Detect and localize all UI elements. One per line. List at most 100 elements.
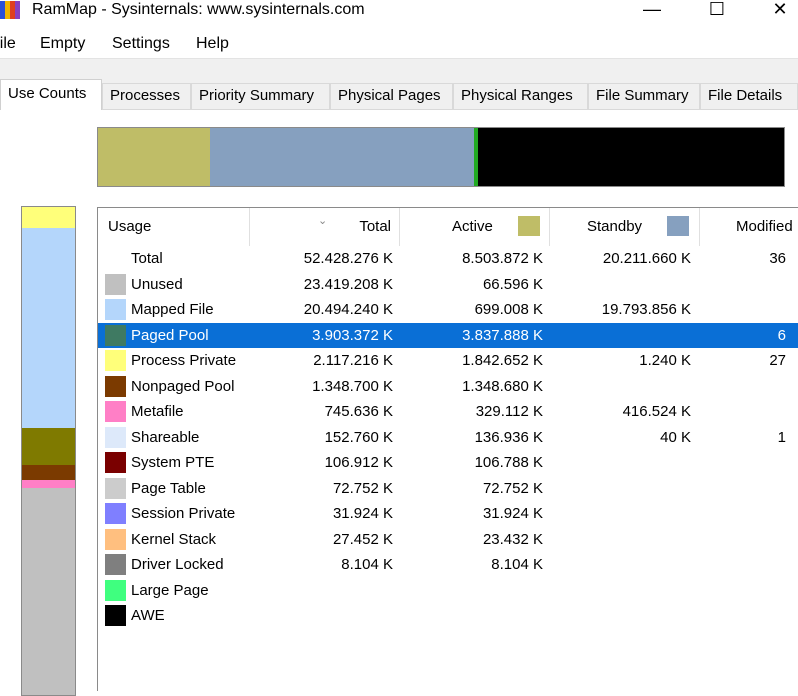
- list-row-system-pte[interactable]: System PTE 106.912 K 106.788 K: [98, 450, 798, 475]
- active-cell: 3.837.888 K: [462, 326, 543, 344]
- active-cell: 66.596 K: [482, 275, 543, 293]
- usage-cell: Page Table: [131, 479, 206, 497]
- usage-cell: Kernel Stack: [131, 530, 217, 548]
- usage-cell: AWE: [131, 607, 165, 624]
- vbar-active-segment: [22, 428, 75, 465]
- driver-locked-color-swatch: [105, 554, 126, 575]
- standby-cell: [550, 374, 691, 399]
- column-modified-header[interactable]: Modified: [700, 208, 798, 246]
- usage-cell: Paged Pool: [131, 326, 209, 344]
- use-counts-list[interactable]: Usage ⌄ Total Active Standby Modified To…: [97, 207, 798, 691]
- session-private-color-swatch: [105, 503, 126, 524]
- tab-priority-summary[interactable]: Priority Summary: [191, 83, 330, 109]
- standby-cell: 416.524 K: [622, 403, 691, 420]
- active-cell: 329.112 K: [475, 403, 543, 420]
- tab-file-summary[interactable]: File Summary: [588, 83, 700, 109]
- list-row-paged-pool[interactable]: Paged Pool 3.903.372 K 3.837.888 K 6: [98, 322, 798, 348]
- standby-cell: 40 K: [660, 428, 691, 446]
- standby-cell: [550, 476, 691, 501]
- close-button[interactable]: ✕: [760, 0, 798, 22]
- modified-cell: [700, 552, 786, 577]
- column-active-header[interactable]: Active: [400, 208, 550, 246]
- list-row-awe[interactable]: AWE: [98, 603, 798, 628]
- list-row-page-table[interactable]: Page Table 72.752 K 72.752 K: [98, 476, 798, 501]
- column-total-header[interactable]: ⌄ Total: [250, 208, 400, 246]
- kernel-stack-color-swatch: [105, 528, 126, 550]
- modified-cell: [700, 272, 786, 297]
- total-cell: 52.428.276 K: [303, 250, 393, 267]
- usage-cell: Nonpaged Pool: [131, 377, 235, 395]
- total-cell: 23.419.208 K: [303, 275, 393, 293]
- list-row-unused[interactable]: Unused 23.419.208 K 66.596 K: [98, 272, 798, 297]
- tab-use-counts[interactable]: Use Counts: [0, 79, 102, 110]
- total-cell: 2.117.216 K: [313, 352, 393, 369]
- menu-bar: File Empty Settings Help: [0, 30, 798, 59]
- usage-cell: Unused: [131, 275, 183, 293]
- standby-cell: [550, 272, 691, 297]
- tab-processes[interactable]: Processes: [102, 83, 191, 109]
- modified-cell: [700, 297, 786, 322]
- total-cell: [250, 603, 393, 628]
- list-row-driver-locked[interactable]: Driver Locked 8.104 K 8.104 K: [98, 552, 798, 577]
- total-cell: 152.760 K: [324, 428, 393, 446]
- list-row-nonpaged-pool[interactable]: Nonpaged Pool 1.348.700 K 1.348.680 K: [98, 374, 798, 399]
- standby-cell: [550, 450, 691, 475]
- standby-cell: [550, 552, 691, 577]
- list-row-metafile[interactable]: Metafile 745.636 K 329.112 K 416.524 K: [98, 399, 798, 424]
- standby-cell: [550, 501, 691, 526]
- active-cell: 72.752 K: [482, 479, 543, 497]
- standby-cell: [550, 323, 691, 348]
- list-row-total[interactable]: Total 52.428.276 K 8.503.872 K 20.211.660 K…: [98, 246, 798, 271]
- active-cell: [400, 603, 543, 628]
- awe-color-swatch: [105, 605, 126, 626]
- tab-physical-ranges[interactable]: Physical Ranges: [453, 83, 588, 109]
- page-table-color-swatch: [105, 477, 126, 499]
- standby-cell: [550, 578, 691, 603]
- usage-cell: Large Page: [131, 581, 209, 599]
- column-standby-header[interactable]: Standby: [550, 208, 700, 246]
- modified-cell: [700, 603, 786, 628]
- vbar-metafile: [22, 480, 75, 488]
- menu-file[interactable]: File: [0, 33, 16, 55]
- total-cell: 27.452 K: [332, 530, 393, 548]
- menu-settings[interactable]: Settings: [112, 33, 170, 55]
- use-counts-page: Usage ⌄ Total Active Standby Modified To…: [0, 109, 798, 696]
- rammap-app-icon: [0, 1, 20, 19]
- minimize-button[interactable]: —: [632, 0, 672, 22]
- usage-cell: Session Private: [131, 505, 236, 522]
- active-cell: 1.842.652 K: [462, 352, 543, 369]
- list-row-session-private[interactable]: Session Private 31.924 K 31.924 K: [98, 501, 798, 526]
- tab-file-details[interactable]: File Details: [700, 83, 798, 109]
- main-panel: Use Counts Processes Priority Summary Ph…: [0, 59, 798, 696]
- modified-cell: [700, 501, 786, 526]
- list-row-kernel-stack[interactable]: Kernel Stack 27.452 K 23.432 K: [98, 527, 798, 552]
- modified-cell: [700, 578, 786, 603]
- list-row-large-page[interactable]: Large Page: [98, 578, 798, 603]
- total-cell: 20.494.240 K: [303, 301, 393, 318]
- tab-physical-pages[interactable]: Physical Pages: [330, 83, 453, 109]
- menu-help[interactable]: Help: [196, 33, 229, 55]
- paged-pool-color-swatch: [105, 324, 126, 346]
- sort-caret-icon: ⌄: [318, 215, 328, 227]
- list-row-mapped-file[interactable]: Mapped File 20.494.240 K 699.008 K 19.793.8…: [98, 297, 798, 322]
- usage-cell: Mapped File: [131, 301, 214, 318]
- menu-empty[interactable]: Empty: [40, 33, 85, 55]
- summary-free-segment: [478, 128, 784, 186]
- list-row-shareable[interactable]: Shareable 152.760 K 136.936 K 40 K 1: [98, 425, 798, 450]
- nonpaged-pool-color-swatch: [105, 375, 126, 397]
- standby-cell: 19.793.856 K: [601, 301, 691, 318]
- mapped-file-color-swatch: [105, 299, 126, 320]
- summary-active-segment: [98, 128, 210, 186]
- usage-cell: System PTE: [131, 454, 215, 471]
- column-modified-label: Modified: [736, 218, 793, 235]
- column-usage-header[interactable]: Usage: [98, 208, 250, 246]
- usage-vertical-bar: [21, 206, 76, 696]
- maximize-button[interactable]: ☐: [697, 0, 737, 22]
- modified-cell: [700, 374, 786, 399]
- list-row-process-private[interactable]: Process Private 2.117.216 K 1.842.652 K 1.2…: [98, 348, 798, 373]
- column-usage-label: Usage: [108, 218, 152, 235]
- total-cell: 8.104 K: [341, 556, 393, 573]
- large-page-color-swatch: [105, 579, 126, 601]
- standby-cell: 20.211.660 K: [602, 250, 691, 267]
- modified-cell: 1: [777, 428, 786, 446]
